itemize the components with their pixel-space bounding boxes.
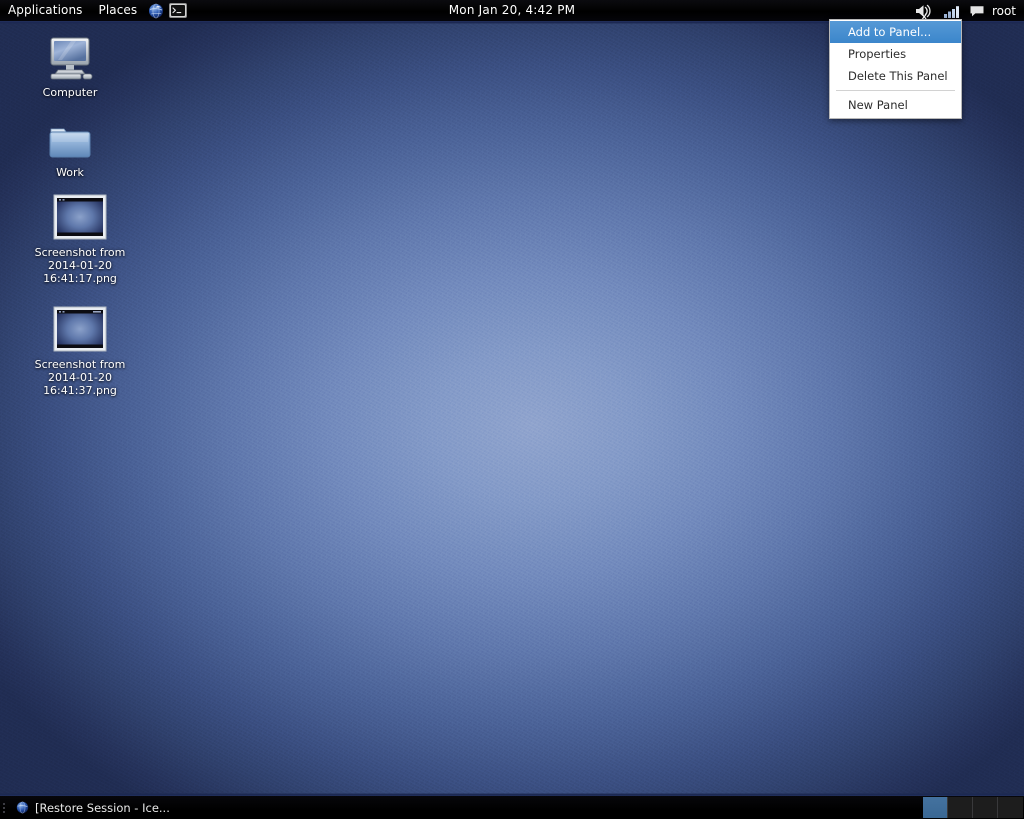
tray-volume[interactable]: x — [909, 0, 939, 21]
task-button-restore-session[interactable]: [Restore Session - Ice... — [8, 797, 178, 818]
desktop-wallpaper[interactable] — [0, 0, 1024, 819]
desktop-icon-computer[interactable]: Computer — [18, 32, 122, 99]
computer-monitor-icon — [45, 32, 95, 82]
workspace-4[interactable] — [998, 797, 1023, 818]
desktop-icon-work[interactable]: Work — [18, 112, 122, 179]
desktop-icon-label: Screenshot from 2014-01-20 16:41:17.png — [35, 246, 126, 285]
tray-network[interactable] — [939, 0, 965, 21]
window-list: [Restore Session - Ice... — [8, 796, 1024, 819]
bottom-panel[interactable]: [Restore Session - Ice... — [0, 796, 1024, 819]
network-signal-icon — [943, 3, 961, 19]
desktop-icon-label: Work — [56, 166, 84, 179]
desktop-icon-screenshot-1[interactable]: Screenshot from 2014-01-20 16:41:17.png — [28, 192, 132, 285]
workspace-switcher[interactable] — [922, 796, 1024, 819]
menu-applications[interactable]: Applications — [0, 0, 91, 21]
image-thumbnail-icon — [51, 192, 109, 242]
web-browser-icon — [16, 801, 29, 814]
menu-item-add-to-panel[interactable]: Add to Panel... — [830, 21, 961, 43]
chat-bubble-icon — [969, 4, 985, 18]
menu-places[interactable]: Places — [91, 0, 146, 21]
web-browser-icon — [148, 3, 164, 19]
volume-muted-icon: x — [913, 2, 935, 20]
panel-context-menu[interactable]: Add to Panel... Properties Delete This P… — [829, 19, 962, 119]
wallpaper-texture-overlay — [0, 0, 1024, 819]
desktop-screen: Computer — [0, 0, 1024, 819]
workspace-3[interactable] — [973, 797, 998, 818]
menu-item-delete-this-panel[interactable]: Delete This Panel — [830, 65, 961, 87]
task-button-label: [Restore Session - Ice... — [35, 801, 170, 815]
user-menu[interactable]: root — [989, 4, 1024, 18]
top-panel[interactable]: Applications Places — [0, 0, 1024, 21]
image-thumbnail-icon — [51, 304, 109, 354]
workspace-1[interactable] — [923, 797, 948, 818]
menu-item-properties[interactable]: Properties — [830, 43, 961, 65]
folder-icon — [46, 112, 94, 162]
desktop-icon-screenshot-2[interactable]: Screenshot from 2014-01-20 16:41:37.png — [28, 304, 132, 397]
launcher-terminal[interactable] — [167, 0, 189, 21]
panel-drag-handle[interactable] — [0, 796, 8, 819]
menu-separator — [836, 90, 955, 91]
desktop-icon-label: Computer — [43, 86, 98, 99]
desktop-icon-label: Screenshot from 2014-01-20 16:41:37.png — [35, 358, 126, 397]
menu-item-new-panel[interactable]: New Panel — [830, 94, 961, 116]
launcher-web-browser[interactable] — [145, 0, 167, 21]
tray-chat[interactable] — [965, 0, 989, 21]
system-tray: x root — [909, 0, 1024, 21]
workspace-2[interactable] — [948, 797, 973, 818]
terminal-icon — [169, 3, 187, 18]
